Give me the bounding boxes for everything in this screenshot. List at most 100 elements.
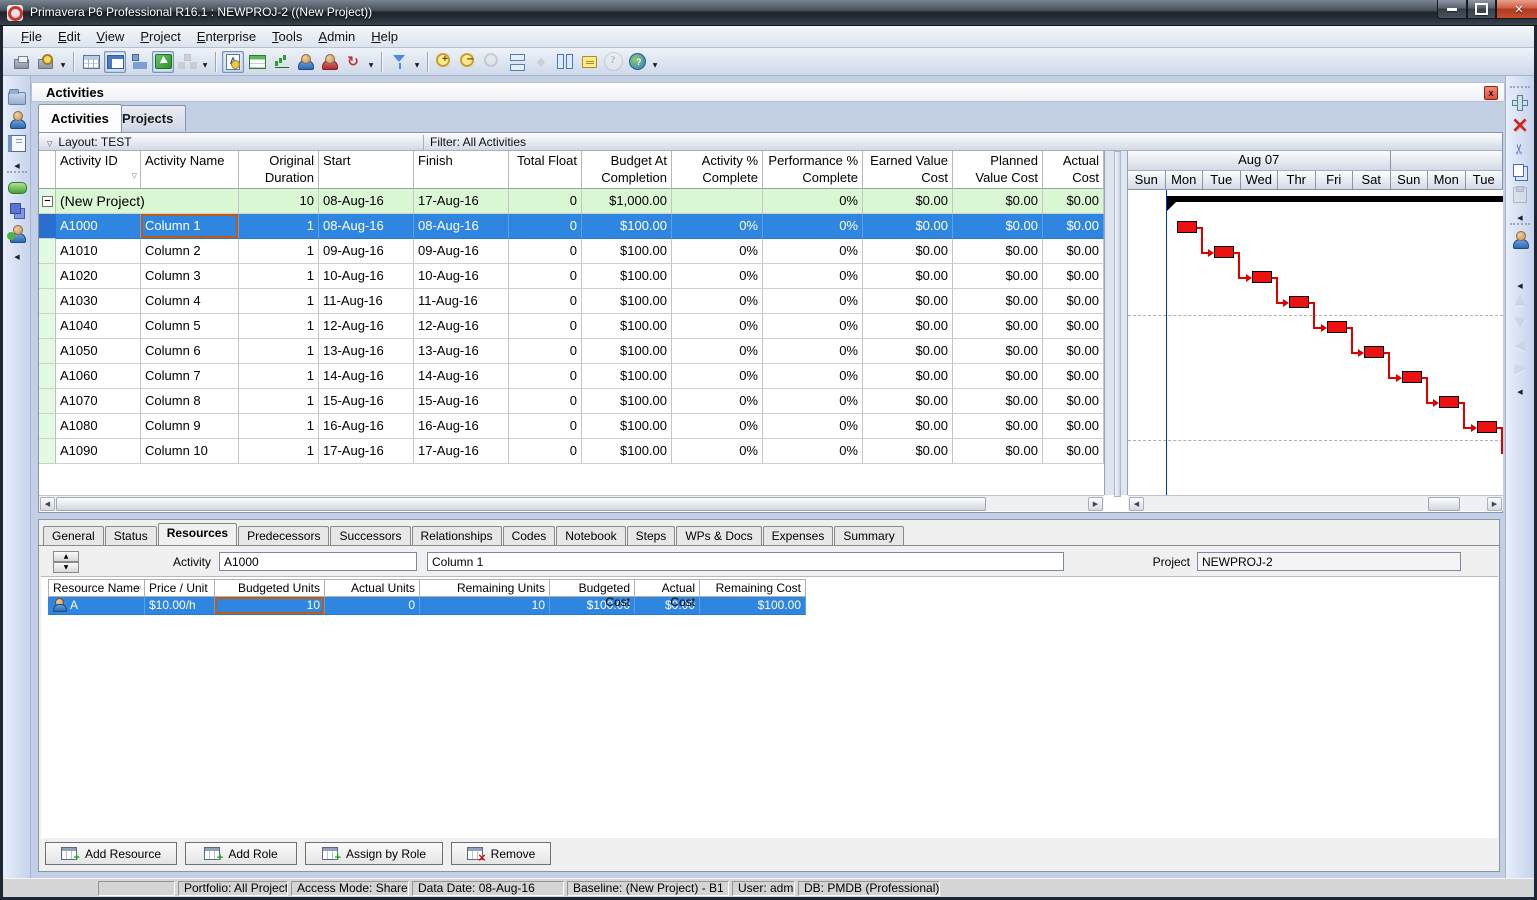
budget-at-completion-cell[interactable]: $100.00	[582, 339, 672, 364]
table-horizontal-scrollbar[interactable]: ◀ ▶	[39, 495, 1104, 511]
performance-pct-cell[interactable]: 0%	[763, 339, 863, 364]
online-help-icon[interactable]	[626, 51, 648, 73]
name-cell[interactable]: Column 6	[141, 339, 239, 364]
finish-cell[interactable]: 15-Aug-16	[414, 389, 509, 414]
duration-cell[interactable]: 1	[239, 214, 319, 239]
project-planned-value-cell[interactable]: $0.00	[953, 189, 1043, 214]
filter-icon[interactable]	[388, 51, 410, 73]
gantt-week-header[interactable]: Aug 07	[1128, 151, 1503, 170]
duration-cell[interactable]: 1	[239, 414, 319, 439]
planned-value-cell[interactable]: $0.00	[953, 239, 1043, 264]
activity-pct-cell[interactable]: 0%	[672, 414, 763, 439]
vsplit-icon[interactable]	[554, 51, 576, 73]
project-actual-cost-cell[interactable]: $0.00	[1043, 189, 1104, 214]
performance-pct-cell[interactable]: 0%	[763, 239, 863, 264]
menu-file[interactable]: File	[13, 27, 50, 46]
tab-activities[interactable]: Activities	[38, 104, 122, 132]
assign-by-role-button[interactable]: Assign by Role	[305, 842, 443, 865]
sort-filter-icon[interactable]: ▽	[136, 585, 141, 593]
gantt-day-header[interactable]: SunMonTueWedThrFriSatSunMonTue	[1128, 170, 1503, 189]
person-icon[interactable]	[6, 109, 28, 131]
activity-table-icon[interactable]	[246, 51, 268, 73]
name-cell[interactable]: Column 10	[141, 439, 239, 464]
planned-value-cell[interactable]: $0.00	[953, 414, 1043, 439]
resource-column-resource-name[interactable]: Resource Name▽	[48, 579, 145, 597]
activity-pct-cell[interactable]: 0%	[672, 314, 763, 339]
activity-bar-a1050[interactable]	[1364, 346, 1384, 358]
collapse-minus-icon[interactable]: –	[42, 196, 53, 207]
project-duration-cell[interactable]: 10	[239, 189, 319, 214]
duration-cell[interactable]: 1	[239, 364, 319, 389]
focused-cell[interactable]: 10	[215, 597, 325, 615]
id-cell[interactable]: A1030	[56, 289, 141, 314]
id-cell[interactable]: A1020	[56, 264, 141, 289]
name-cell[interactable]: Column 7	[141, 364, 239, 389]
maximize-button[interactable]	[1467, 0, 1496, 19]
add-role-button[interactable]: Add Role	[185, 842, 297, 865]
planned-value-cell[interactable]: $0.00	[953, 214, 1043, 239]
total-float-cell[interactable]: 0	[509, 364, 582, 389]
budget-at-completion-cell[interactable]: $100.00	[582, 264, 672, 289]
project-start-cell[interactable]: 08-Aug-16	[319, 189, 414, 214]
org-view-icon[interactable]	[128, 51, 150, 73]
activity-bar-a1020[interactable]	[1252, 271, 1272, 283]
budget-at-completion-cell[interactable]: $100.00	[582, 389, 672, 414]
column-header-earned-value-cost[interactable]: Earned Value Cost	[863, 151, 953, 189]
actual-cost-cell[interactable]: $0.00	[1043, 239, 1104, 264]
print-icon[interactable]	[10, 51, 32, 73]
activity-id-field[interactable]	[219, 552, 417, 571]
earned-value-cell[interactable]: $0.00	[863, 239, 953, 264]
performance-pct-cell[interactable]: 0%	[763, 364, 863, 389]
filter-label[interactable]: Filter: All Activities	[423, 135, 526, 151]
activity-pct-cell[interactable]: 0%	[672, 389, 763, 414]
drop-icon[interactable]	[58, 51, 68, 73]
id-cell[interactable]: A1050	[56, 339, 141, 364]
actual-cost-cell[interactable]: $0.00	[1043, 389, 1104, 414]
earned-value-cell[interactable]: $0.00	[863, 414, 953, 439]
paste-icon[interactable]	[1509, 184, 1531, 206]
detail-tab-predecessors[interactable]: Predecessors	[238, 526, 329, 545]
name-cell[interactable]: Column 9	[141, 414, 239, 439]
activity-row-a1020[interactable]: A1020Column 3110-Aug-1610-Aug-160$100.00…	[39, 264, 1104, 289]
finish-cell[interactable]: 12-Aug-16	[414, 314, 509, 339]
finish-cell[interactable]: 10-Aug-16	[414, 264, 509, 289]
activity-pct-cell[interactable]: 0%	[672, 439, 763, 464]
activity-pct-cell[interactable]: 0%	[672, 339, 763, 364]
activity-bar-a1060[interactable]	[1402, 371, 1422, 383]
total-float-cell[interactable]: 0	[509, 214, 582, 239]
activity-bar-a1070[interactable]	[1439, 396, 1459, 408]
activity-bar-a1010[interactable]	[1214, 246, 1234, 258]
total-float-cell[interactable]: 0	[509, 239, 582, 264]
roles-icon[interactable]	[6, 200, 28, 222]
project-performance-pct-cell[interactable]: 0%	[763, 189, 863, 214]
resource-spreadsheet-icon[interactable]	[294, 51, 316, 73]
activity-row-a1070[interactable]: A1070Column 8115-Aug-1615-Aug-160$100.00…	[39, 389, 1104, 414]
start-cell[interactable]: 15-Aug-16	[319, 389, 414, 414]
zoom-out-icon[interactable]	[458, 51, 480, 73]
actual-cost-cell[interactable]: $0.00	[1043, 414, 1104, 439]
hierarchy-strip[interactable]: –	[39, 189, 56, 214]
move-up-icon[interactable]	[1509, 289, 1531, 311]
activity-bar-a1040[interactable]	[1327, 321, 1347, 333]
planned-value-cell[interactable]: $0.00	[953, 439, 1043, 464]
zoom-in-icon[interactable]	[434, 51, 456, 73]
resource-column-remaining-units[interactable]: Remaining Units	[420, 579, 550, 597]
total-float-cell[interactable]: 0	[509, 264, 582, 289]
layout-options-bar[interactable]: Layout: TEST Filter: All Activities	[39, 133, 1502, 151]
view-close-icon[interactable]: x	[1484, 86, 1498, 100]
performance-pct-cell[interactable]: 0%	[763, 314, 863, 339]
detail-tab-expenses[interactable]: Expenses	[763, 526, 834, 545]
activity-pct-cell[interactable]: 0%	[672, 239, 763, 264]
column-header-activity-complete[interactable]: Activity % Complete	[672, 151, 763, 189]
delete-icon[interactable]	[1509, 115, 1531, 137]
folder-icon[interactable]	[6, 86, 28, 108]
assign-resource-icon[interactable]	[1509, 229, 1531, 251]
remaining-units-cell[interactable]: 10	[420, 597, 550, 615]
menu-admin[interactable]: Admin	[310, 27, 363, 46]
id-cell[interactable]: A1090	[56, 439, 141, 464]
detail-tab-general[interactable]: General	[43, 526, 104, 545]
project-budget-at-completion-cell[interactable]: $1,000.00	[582, 189, 672, 214]
resource-column-budgeted-units[interactable]: Budgeted Units	[215, 579, 325, 597]
performance-pct-cell[interactable]: 0%	[763, 389, 863, 414]
id-cell[interactable]: A1000	[56, 214, 141, 239]
